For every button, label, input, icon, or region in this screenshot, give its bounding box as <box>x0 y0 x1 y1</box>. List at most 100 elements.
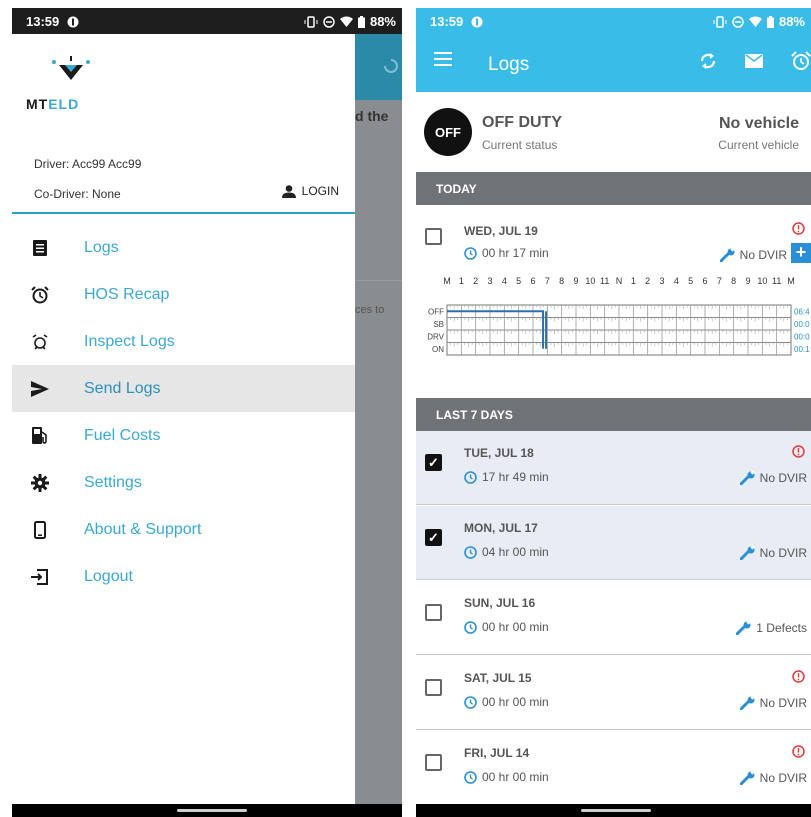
clock-icon <box>464 246 477 260</box>
dvir-status[interactable]: No DVIR <box>739 471 807 485</box>
sync-icon[interactable] <box>699 51 717 71</box>
list-icon <box>30 238 50 258</box>
menu-item-logs[interactable]: Logs <box>12 224 355 271</box>
clock-icon <box>464 620 477 634</box>
person-icon <box>281 184 296 198</box>
dvir-text: No DVIR <box>759 471 807 485</box>
hos-graph[interactable]: M 1 2 3 4 5 6 7 8 9 10 11 N 1 2 3 4 5 6 7 8 9 10 11 MOFFSBDRVON0… <box>416 275 811 391</box>
menu-item-about-support[interactable]: About & Support <box>12 506 355 553</box>
login-button[interactable]: LOGIN <box>281 184 339 198</box>
header-divider <box>12 212 355 214</box>
log-day-row[interactable]: SAT, JUL 15 00 hr 00 min No DVIR <box>416 656 811 730</box>
page-title: Logs <box>488 54 530 75</box>
log-date: MON, JUL 17 <box>464 521 538 535</box>
graph-hour-label: 2 <box>473 276 478 286</box>
log-duration-text: 00 hr 00 min <box>482 620 549 634</box>
menu-item-settings[interactable]: Settings <box>12 459 355 506</box>
log-duration-text: 17 hr 49 min <box>482 470 549 484</box>
graph-hour-label: M <box>443 276 451 286</box>
day-checkbox[interactable]: ✓ <box>425 454 442 471</box>
warning-icon <box>792 670 805 683</box>
system-nav-bar <box>416 804 811 817</box>
dvir-status[interactable]: No DVIR <box>739 696 807 710</box>
system-nav-bar <box>12 804 402 817</box>
today-section-header: TODAY <box>416 172 811 205</box>
day-checkbox[interactable] <box>425 604 442 621</box>
log-duration-text: 00 hr 00 min <box>482 770 549 784</box>
today-checkbox[interactable] <box>425 228 442 245</box>
mail-icon[interactable] <box>745 54 763 68</box>
vibrate-icon <box>304 15 318 28</box>
menu-item-label: HOS Recap <box>84 285 170 303</box>
dvir-text: No DVIR <box>759 771 807 785</box>
send-icon <box>30 379 50 399</box>
status-time: 13:59 <box>430 14 464 29</box>
graph-row-total: 00:0 <box>794 320 810 329</box>
warning-icon <box>792 445 805 458</box>
dvir-text: No DVIR <box>739 248 787 262</box>
dvir-status[interactable]: 1 Defects <box>736 621 807 635</box>
log-duration: 00 hr 00 min <box>464 770 549 784</box>
graph-hour-label: 9 <box>573 276 578 286</box>
home-gesture-pill[interactable] <box>177 809 247 812</box>
menu-item-fuel-costs[interactable]: Fuel Costs <box>12 412 355 459</box>
background-divider <box>355 280 402 281</box>
clock-icon <box>464 770 477 784</box>
graph-hour-label: 2 <box>645 276 650 286</box>
graph-hour-label: 3 <box>487 276 492 286</box>
log-date: SUN, JUL 16 <box>464 596 536 610</box>
phone-icon <box>30 520 50 540</box>
log-day-row[interactable]: ✓ MON, JUL 17 04 hr 00 min No DVIR <box>416 506 811 580</box>
log-day-row[interactable]: ✓ TUE, JUL 18 17 hr 49 min No DVIR <box>416 431 811 505</box>
day-checkbox[interactable] <box>425 754 442 771</box>
log-duration: 04 hr 00 min <box>464 545 549 559</box>
last7-section-header: LAST 7 DAYS <box>416 398 811 431</box>
app-notification-icon <box>471 16 483 27</box>
dvir-text: 1 Defects <box>756 621 807 635</box>
duty-status-title: OFF DUTY <box>482 114 562 131</box>
mteld-logo-icon <box>52 56 90 80</box>
menu-item-inspect-logs[interactable]: Inspect Logs <box>12 318 355 365</box>
brand-name-part1: MT <box>26 96 49 112</box>
driver-name: Driver: Acc99 Acc99 <box>34 157 142 171</box>
graph-row-label: SB <box>433 320 444 329</box>
graph-hour-label: 5 <box>688 276 693 286</box>
log-duration: 00 hr 17 min <box>464 246 549 260</box>
background-text: d the <box>355 108 389 124</box>
dvir-status[interactable]: No DVIR <box>739 771 807 785</box>
clock-icon <box>464 695 477 709</box>
hamburger-menu-icon[interactable] <box>434 52 452 66</box>
menu-item-label: Inspect Logs <box>84 332 175 350</box>
day-checkbox[interactable] <box>425 679 442 696</box>
menu-item-hos-recap[interactable]: HOS Recap <box>12 271 355 318</box>
wrench-icon <box>736 621 751 635</box>
graph-hour-label: 7 <box>717 276 722 286</box>
vehicle-title[interactable]: No vehicle <box>719 115 799 133</box>
alarm-clock-icon[interactable] <box>791 51 811 71</box>
battery-percent: 88% <box>778 14 805 29</box>
graph-row-total: 06:4 <box>794 307 810 316</box>
menu-item-label: Settings <box>84 473 142 491</box>
home-gesture-pill[interactable] <box>581 809 651 812</box>
graph-hour-label: 6 <box>702 276 707 286</box>
vehicle-subtitle: Current vehicle <box>718 138 799 152</box>
dvir-status[interactable]: No DVIR <box>739 546 807 560</box>
today-log-card[interactable]: WED, JUL 19 00 hr 17 min No DVIR + M1234… <box>416 205 811 398</box>
dvir-status[interactable]: No DVIR <box>719 248 787 262</box>
log-date: TUE, JUL 18 <box>464 446 534 460</box>
menu-item-logout[interactable]: Logout <box>12 553 355 600</box>
graph-hour-label: 4 <box>502 276 507 286</box>
wrench-icon <box>719 248 735 262</box>
graph-hour-label: 10 <box>757 276 767 286</box>
dvir-text: No DVIR <box>759 696 807 710</box>
day-checkbox[interactable]: ✓ <box>425 529 442 546</box>
duty-status-badge[interactable]: OFF <box>424 108 472 156</box>
add-dvir-button[interactable]: + <box>791 243 811 263</box>
current-status-panel: OFF OFF DUTY Current status No vehicle C… <box>416 92 811 172</box>
log-day-row[interactable]: SUN, JUL 16 00 hr 00 min 1 Defects <box>416 581 811 655</box>
system-icons: 88% <box>304 14 396 29</box>
background-app-content <box>355 34 402 817</box>
log-day-row[interactable]: FRI, JUL 14 00 hr 00 min No DVIR <box>416 731 811 805</box>
menu-item-send-logs[interactable]: Send Logs <box>12 365 355 412</box>
wrench-icon <box>739 771 755 785</box>
